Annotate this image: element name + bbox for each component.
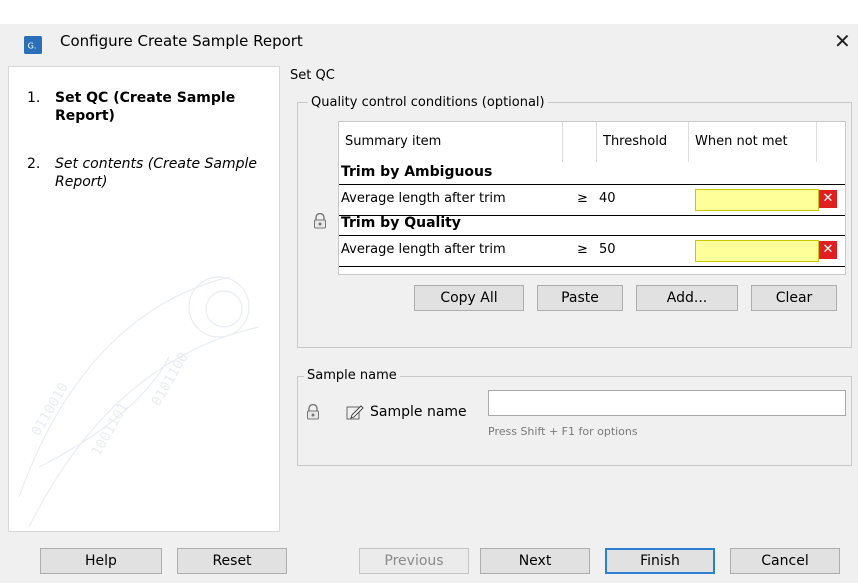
delete-condition-icon[interactable]: ✕ [819,241,837,259]
svg-text:1001101: 1001101 [89,400,132,459]
steps-panel: 1. Set QC (Create Sample Report) 2. Set … [8,66,280,532]
table-row[interactable]: Average length after trim ≥ 40 ✕ [339,184,845,216]
table-row: Trim by Quality [339,215,845,235]
step-number: 1. [27,90,41,106]
step-label: Set contents (Create Sample Report) [55,156,258,190]
dna-watermark-icon: 0110010 1001101 0101100 [18,276,260,528]
lock-icon[interactable] [313,213,327,229]
header-summary-item[interactable]: Summary item [339,122,563,162]
threshold-value[interactable]: 50 [599,242,616,257]
summary-item-label: Average length after trim [341,191,506,206]
next-button[interactable]: Next [480,548,590,574]
sample-name-label: Sample name [370,404,467,420]
edit-icon[interactable] [346,403,364,421]
input-hint: Press Shift + F1 for options [488,425,638,438]
when-not-met-field[interactable] [695,189,819,211]
step-label: Set QC (Create Sample Report) [55,90,236,124]
cancel-button[interactable]: Cancel [730,548,840,574]
table-row: Trim by Ambiguous [339,164,845,184]
threshold-value[interactable]: 40 [599,191,616,206]
header-operator[interactable] [563,122,597,162]
header-actions [817,122,843,162]
when-not-met-field[interactable] [695,240,819,262]
step-number: 2. [27,156,41,172]
qc-table: Summary item Threshold When not met Trim… [338,121,846,275]
window-title: Configure Create Sample Report [60,32,303,50]
delete-condition-icon[interactable]: ✕ [819,190,837,208]
paste-button[interactable]: Paste [537,285,623,311]
sample-name-input[interactable] [488,390,846,416]
header-when-not-met[interactable]: When not met [689,122,817,162]
clc-app-icon: G. [24,36,42,54]
clear-button[interactable]: Clear [751,285,837,311]
section-title: Set QC [290,68,335,83]
table-row[interactable]: Average length after trim ≥ 50 ✕ [339,235,845,267]
lock-icon[interactable] [306,404,320,420]
previous-button[interactable]: Previous [359,548,469,574]
qc-group-title: Quality control conditions (optional) [308,95,548,110]
add-button[interactable]: Add... [636,285,738,311]
operator: ≥ [577,242,588,257]
help-button[interactable]: Help [40,548,162,574]
category-label: Trim by Quality [341,215,461,231]
close-icon[interactable]: ✕ [834,29,851,53]
copy-all-button[interactable]: Copy All [414,285,524,311]
svg-text:G.: G. [28,41,37,51]
sample-group-title: Sample name [304,368,400,383]
category-label: Trim by Ambiguous [341,164,493,180]
finish-button[interactable]: Finish [605,548,715,574]
header-threshold[interactable]: Threshold [597,122,689,162]
summary-item-label: Average length after trim [341,242,506,257]
operator: ≥ [577,191,588,206]
svg-text:0110010: 0110010 [29,380,72,439]
reset-button[interactable]: Reset [177,548,287,574]
